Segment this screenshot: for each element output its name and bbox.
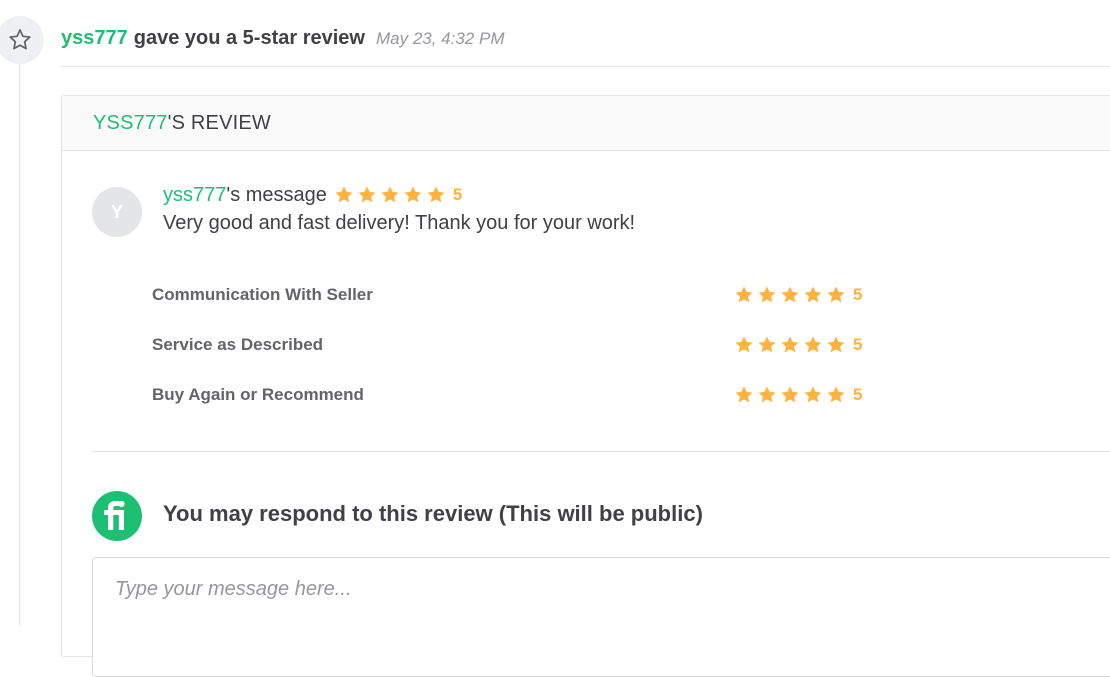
- star-icon: [381, 186, 399, 203]
- review-header-suffix: 'S REVIEW: [167, 111, 272, 134]
- star-icon: [735, 386, 753, 403]
- star-icon: [735, 336, 753, 353]
- rating-stars: 5: [734, 285, 862, 305]
- stars-group: [734, 385, 849, 405]
- rating-row-service: Service as Described 5: [152, 332, 872, 358]
- timeline-line: [19, 60, 20, 626]
- event-timestamp: May 23, 4:32 PM: [375, 29, 505, 48]
- rating-value: 5: [853, 285, 863, 304]
- star-icon: [758, 386, 776, 403]
- star-icon: [427, 186, 445, 203]
- review-message-text: Very good and fast delivery! Thank you f…: [163, 212, 636, 234]
- event-username-link[interactable]: yss777: [61, 27, 128, 50]
- message-heading-suffix: 's message: [226, 183, 327, 206]
- overall-star-rating: 5: [334, 185, 462, 205]
- avatar[interactable]: Y: [92, 187, 142, 237]
- rating-row-communication: Communication With Seller 5: [152, 282, 872, 308]
- star-icon: [735, 286, 753, 303]
- star-icon: [781, 336, 799, 353]
- star-icon: [358, 186, 376, 203]
- star-icon: [804, 386, 822, 403]
- respond-title: You may respond to this review (This wil…: [163, 501, 703, 526]
- rating-label: Service as Described: [152, 335, 324, 354]
- event-action-text: gave you a 5-star review: [133, 27, 365, 49]
- section-divider: [92, 451, 1110, 452]
- star-icon: [781, 286, 799, 303]
- review-card-header: YSS777 'S REVIEW: [62, 96, 1110, 151]
- rating-value: 5: [853, 385, 863, 404]
- star-icon: [827, 336, 845, 353]
- review-card: YSS777 'S REVIEW Y yss777's message 5 Ver…: [61, 95, 1110, 677]
- star-icon: [804, 336, 822, 353]
- star-icon: [827, 286, 845, 303]
- star-icon: [758, 286, 776, 303]
- message-heading: yss777's message 5: [163, 182, 462, 208]
- rating-label: Communication With Seller: [152, 285, 373, 304]
- star-icon: [781, 386, 799, 403]
- stars-group: [734, 335, 849, 355]
- event-header: yss777 gave you a 5-star review May 23, …: [61, 27, 505, 55]
- star-icon: [335, 186, 353, 203]
- star-icon: [758, 336, 776, 353]
- rating-label: Buy Again or Recommend: [152, 385, 364, 404]
- rating-stars: 5: [734, 385, 862, 405]
- star-outline-icon: [0, 16, 44, 64]
- rating-value: 5: [853, 335, 863, 354]
- overall-rating-value: 5: [452, 185, 463, 204]
- rating-stars: 5: [734, 335, 862, 355]
- rating-row-recommend: Buy Again or Recommend 5: [152, 382, 872, 408]
- overall-stars: [334, 185, 449, 205]
- header-divider: [61, 66, 1110, 67]
- star-icon: [404, 186, 422, 203]
- fiverr-logo-icon: [92, 491, 142, 541]
- star-icon: [827, 386, 845, 403]
- message-username-link[interactable]: yss777: [163, 184, 226, 207]
- response-message-input[interactable]: [92, 557, 1110, 677]
- stars-group: [734, 285, 849, 305]
- review-header-username[interactable]: YSS777: [93, 112, 168, 135]
- star-icon: [804, 286, 822, 303]
